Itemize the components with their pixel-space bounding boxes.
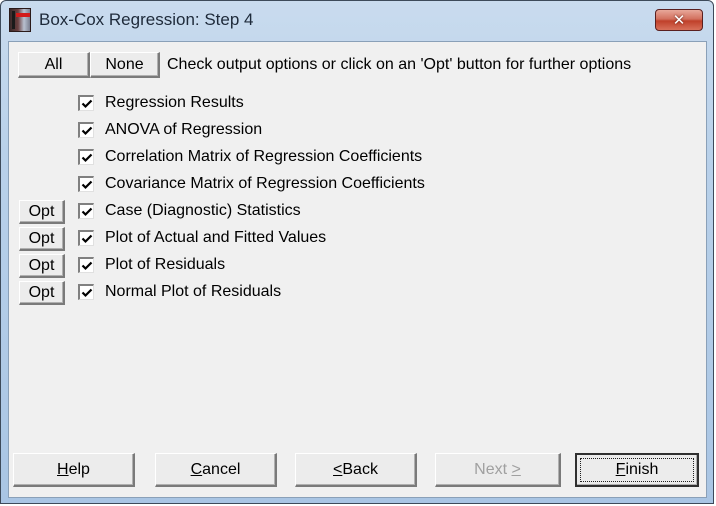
option-label[interactable]: Normal Plot of Residuals	[105, 283, 281, 301]
opt-button[interactable]: Opt	[19, 254, 65, 278]
output-option-row: Opt Case (Diagnostic) Statistics	[9, 200, 609, 224]
output-option-row: Regression Results	[9, 92, 609, 116]
next-mnemonic: >	[511, 460, 521, 478]
option-checkbox[interactable]	[78, 95, 94, 111]
opt-button[interactable]: Opt	[19, 281, 65, 305]
title-bar[interactable]: Box-Cox Regression: Step 4 ✕	[1, 1, 713, 41]
help-button[interactable]: Help	[13, 453, 135, 487]
opt-button-label: Opt	[28, 229, 55, 247]
output-option-row: Covariance Matrix of Regression Coeffici…	[9, 173, 609, 197]
select-all-label: All	[44, 55, 63, 73]
checkmark-icon	[81, 126, 93, 136]
checkmark-icon	[81, 153, 93, 163]
dialog-window: Box-Cox Regression: Step 4 ✕ All None Ch…	[0, 0, 714, 504]
option-checkbox[interactable]	[78, 176, 94, 192]
instruction-text: Check output options or click on an 'Opt…	[167, 56, 632, 73]
next-label: Next	[474, 460, 512, 478]
help-label: elp	[68, 460, 90, 478]
output-option-row: Opt Normal Plot of Residuals	[9, 281, 609, 305]
focus-rectangle	[580, 458, 694, 482]
option-label[interactable]: Covariance Matrix of Regression Coeffici…	[105, 175, 425, 193]
finish-button[interactable]: Finish	[575, 453, 699, 487]
option-checkbox[interactable]	[78, 230, 94, 246]
cancel-button[interactable]: Cancel	[155, 453, 277, 487]
dialog-body: All None Check output options or click o…	[8, 41, 707, 498]
checkmark-icon	[81, 261, 93, 271]
option-checkbox[interactable]	[78, 203, 94, 219]
checkmark-icon	[81, 180, 93, 190]
app-icon	[9, 8, 31, 32]
output-option-row: Opt Plot of Residuals	[9, 254, 609, 278]
back-button[interactable]: < Back	[295, 453, 417, 487]
checkmark-icon	[81, 207, 93, 217]
select-none-label: None	[105, 55, 144, 73]
help-mnemonic: H	[57, 460, 69, 478]
checkmark-icon	[81, 234, 93, 244]
back-label: Back	[342, 460, 378, 478]
checkmark-icon	[81, 99, 93, 109]
opt-button[interactable]: Opt	[19, 227, 65, 251]
next-button[interactable]: Next >	[435, 453, 561, 487]
option-checkbox[interactable]	[78, 284, 94, 300]
option-label[interactable]: Correlation Matrix of Regression Coeffic…	[105, 148, 422, 166]
output-option-row: Opt Plot of Actual and Fitted Values	[9, 227, 609, 251]
option-checkbox[interactable]	[78, 149, 94, 165]
opt-button-label: Opt	[28, 256, 55, 274]
option-label[interactable]: Case (Diagnostic) Statistics	[105, 202, 301, 220]
checkmark-icon	[81, 288, 93, 298]
opt-button-label: Opt	[28, 202, 55, 220]
option-checkbox[interactable]	[78, 122, 94, 138]
output-option-row: Correlation Matrix of Regression Coeffic…	[9, 146, 609, 170]
select-all-button[interactable]: All	[18, 52, 90, 78]
window-title: Box-Cox Regression: Step 4	[39, 10, 254, 29]
opt-button-label: Opt	[28, 283, 55, 301]
back-mnemonic: <	[333, 460, 343, 478]
option-label[interactable]: Plot of Residuals	[105, 256, 225, 274]
option-checkbox[interactable]	[78, 257, 94, 273]
cancel-label: ancel	[202, 460, 241, 478]
option-label[interactable]: Plot of Actual and Fitted Values	[105, 229, 326, 247]
option-label[interactable]: ANOVA of Regression	[105, 121, 262, 139]
output-option-row: ANOVA of Regression	[9, 119, 609, 143]
cancel-mnemonic: C	[190, 460, 203, 478]
close-button[interactable]: ✕	[655, 9, 703, 31]
option-label[interactable]: Regression Results	[105, 94, 244, 112]
opt-button[interactable]: Opt	[19, 200, 65, 224]
close-icon: ✕	[672, 12, 686, 29]
select-none-button[interactable]: None	[90, 52, 160, 78]
